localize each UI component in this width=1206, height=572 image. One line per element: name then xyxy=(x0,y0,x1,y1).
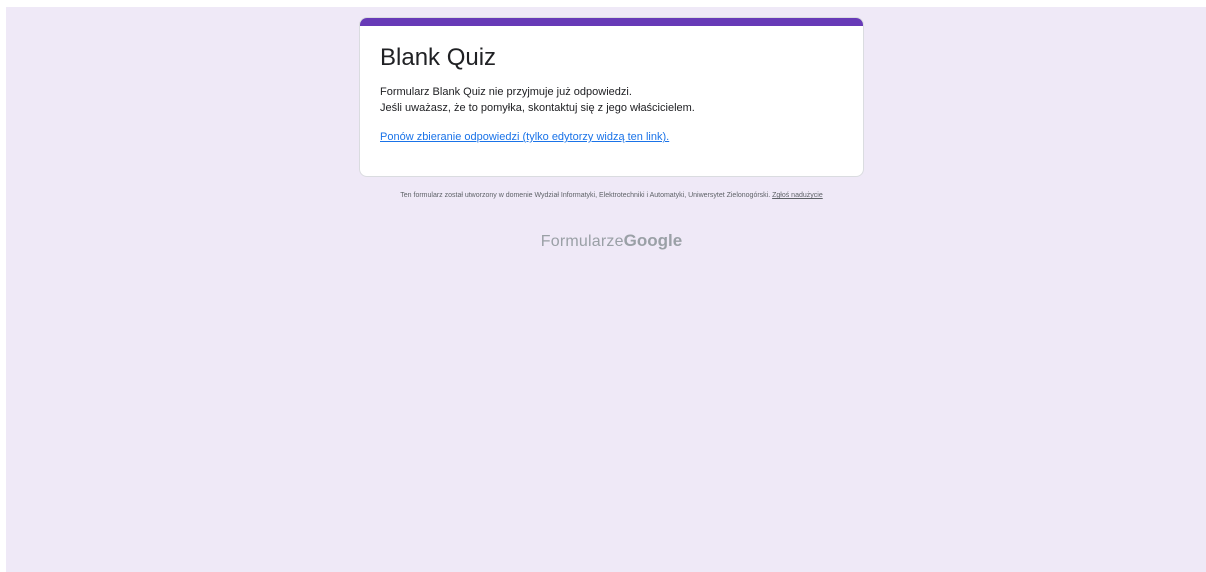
card-body: Blank Quiz Formularz Blank Quiz nie przy… xyxy=(360,26,863,145)
brand-forms-text: Formularze xyxy=(540,233,624,250)
domain-note: Ten formularz został utworzony w domenie… xyxy=(359,191,864,200)
form-title: Blank Quiz xyxy=(380,44,497,71)
card-accent-bar xyxy=(360,18,863,26)
domain-note-text: Ten formularz został utworzony w domenie… xyxy=(400,192,773,199)
resume-responses-link[interactable]: Ponów zbieranie odpowiedzi (tylko edytor… xyxy=(380,129,669,145)
closed-message-line-1: Formularz Blank Quiz nie przyjmuje już o… xyxy=(380,86,632,98)
page-background: Blank Quiz Formularz Blank Quiz nie przy… xyxy=(6,7,1206,572)
closed-message-line-2: Jeśli uważasz, że to pomyłka, skontaktuj… xyxy=(380,102,695,114)
closed-form-card-wrapper: Blank Quiz Formularz Blank Quiz nie przy… xyxy=(359,17,864,177)
google-forms-logo[interactable]: FormularzeGoogle xyxy=(359,231,864,252)
closed-form-card: Blank Quiz Formularz Blank Quiz nie przy… xyxy=(359,17,864,177)
brand-google-text: Google xyxy=(623,231,683,250)
report-abuse-link[interactable]: Zgłoś nadużycie xyxy=(772,192,823,199)
